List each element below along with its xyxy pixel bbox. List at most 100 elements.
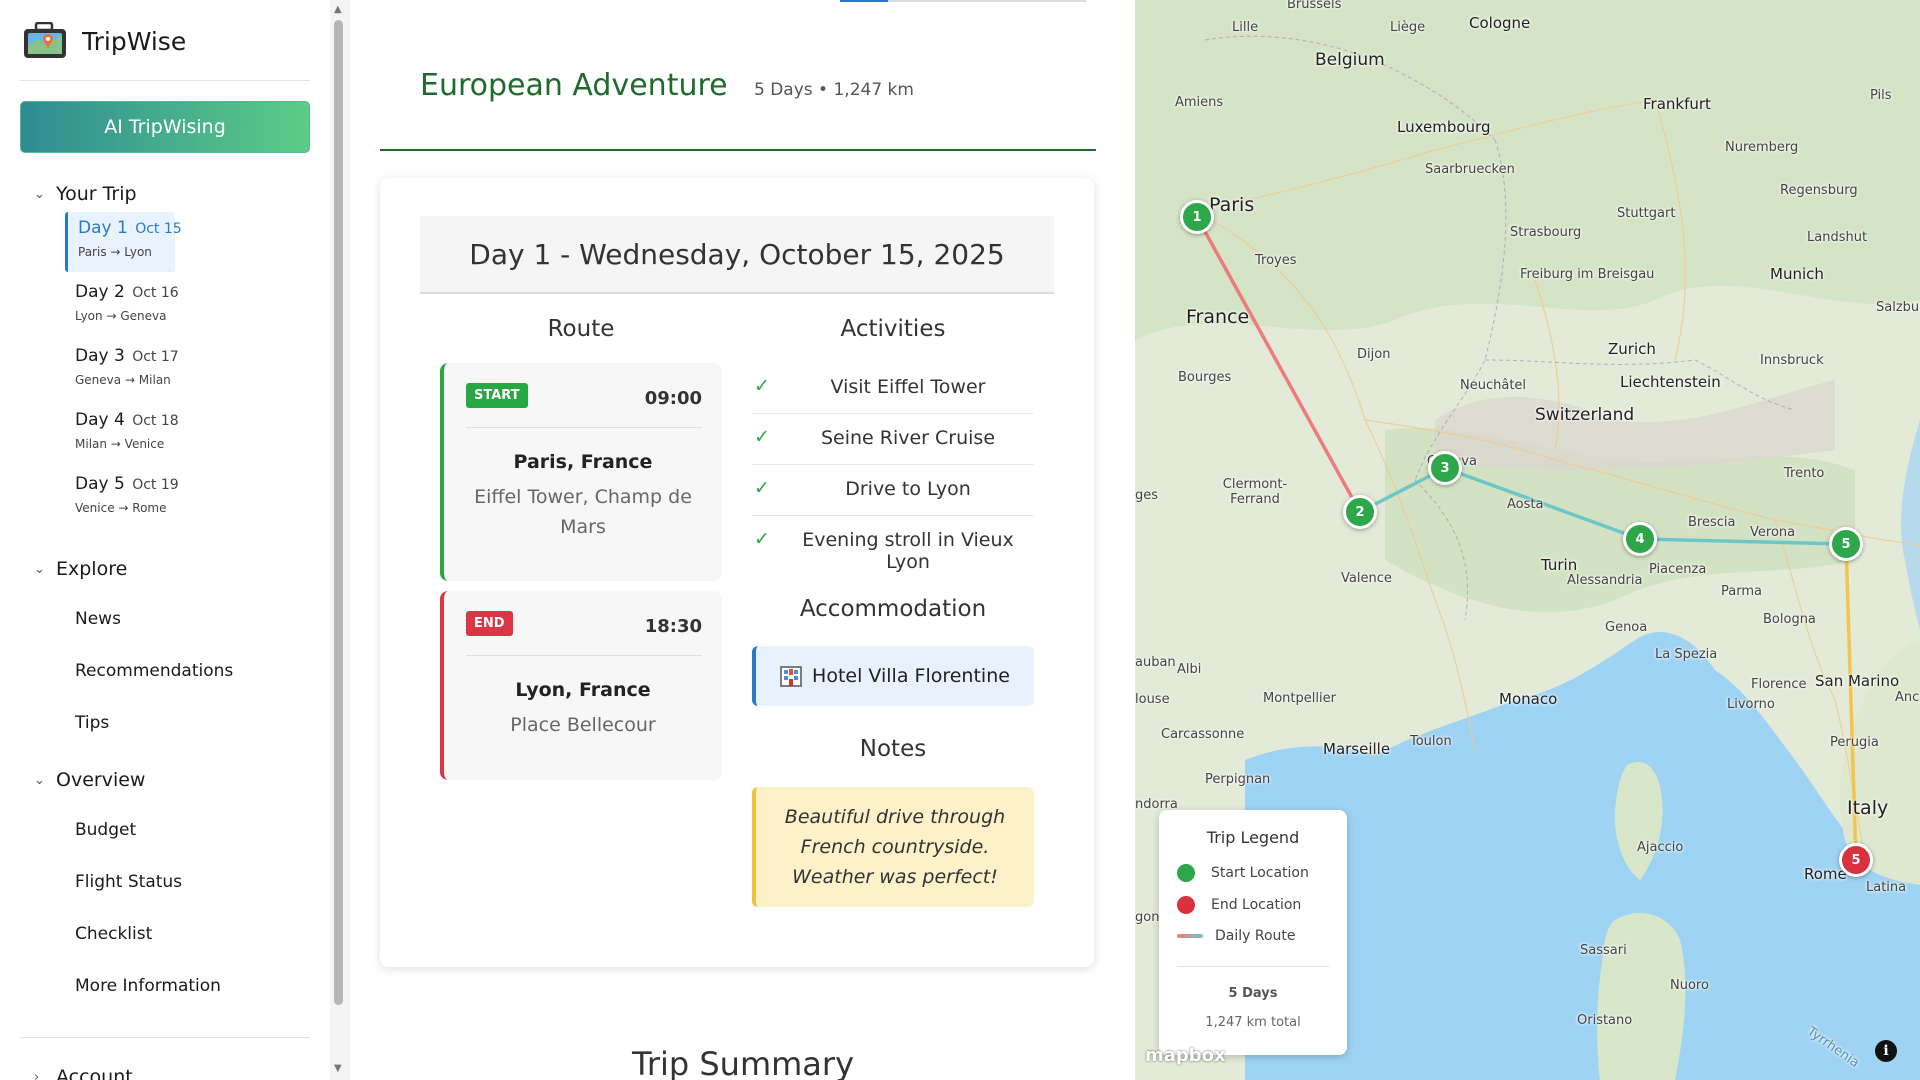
activity-text: Seine River Cruise <box>820 427 996 449</box>
map-marker-day5-start[interactable]: 5 <box>1829 527 1863 561</box>
legend-divider <box>1177 966 1329 967</box>
map-label-zurich: Zurich <box>1608 340 1656 358</box>
map-label-la-spezia: La Spezia <box>1655 647 1718 662</box>
legend-title: Trip Legend <box>1206 828 1300 847</box>
day-date: Oct 17 <box>132 349 179 365</box>
sidebar-item-tips[interactable]: Tips <box>75 713 109 733</box>
sidebar-item-flight-status[interactable]: Flight Status <box>75 872 182 892</box>
sidebar-item-recommendations[interactable]: Recommendations <box>75 661 233 681</box>
sidebar-item-more-information[interactable]: More Information <box>75 976 221 996</box>
route-heading: Route <box>547 316 615 342</box>
map-marker-day4-start[interactable]: 4 <box>1623 522 1657 556</box>
ai-tripwising-button[interactable]: AI TripWising <box>20 101 310 153</box>
map-label-parma: Parma <box>1721 584 1762 599</box>
legend-days: 5 Days <box>1228 986 1278 1001</box>
accommodation-heading: Accommodation <box>799 596 987 622</box>
start-place: Paris, France <box>513 451 653 473</box>
hotel-icon <box>780 666 802 687</box>
map-label-nuoro: Nuoro <box>1670 978 1709 993</box>
map-label-brescia: Brescia <box>1688 515 1736 530</box>
map-label-munich: Munich <box>1770 265 1824 283</box>
end-time: 18:30 <box>644 616 702 637</box>
sidebar-scroll-thumb[interactable] <box>334 20 343 1005</box>
day-date: Oct 19 <box>132 477 179 493</box>
brand[interactable]: TripWise <box>22 22 186 60</box>
map-label-trento: Trento <box>1784 466 1825 481</box>
activity-text: Visit Eiffel Tower <box>830 376 986 398</box>
map-label-aosta: Aosta <box>1507 497 1544 512</box>
sidebar-item-day-5[interactable]: Day 5 Oct 19 Venice → Rome <box>65 468 179 528</box>
sidebar-item-day-4[interactable]: Day 4 Oct 18 Milan → Venice <box>65 404 179 464</box>
map-label-louse: louse <box>1135 692 1170 707</box>
map-label-neuchatel: Neuchâtel <box>1460 378 1527 393</box>
legend-start: Start Location <box>1177 864 1309 882</box>
section-account[interactable]: › Account <box>34 1066 133 1080</box>
legend-end: End Location <box>1177 896 1301 914</box>
map-label-paris: Paris <box>1209 194 1255 216</box>
start-stop-card[interactable]: START 09:00 Paris, France Eiffel Tower, … <box>440 363 722 581</box>
end-badge: END <box>466 611 513 636</box>
accommodation-card[interactable]: Hotel Villa Florentine <box>752 646 1034 706</box>
map-label-perpignan: Perpignan <box>1205 772 1271 787</box>
end-stop-card[interactable]: END 18:30 Lyon, France Place Bellecour <box>440 591 722 780</box>
legend-total: 1,247 km total <box>1205 1015 1301 1030</box>
activity-item: ✓ Visit Eiffel Tower <box>752 363 1034 414</box>
sidebar-divider <box>20 80 310 81</box>
legend-route-label: Daily Route <box>1215 928 1296 944</box>
divider <box>466 427 702 428</box>
map-label-montpellier: Montpellier <box>1263 691 1336 706</box>
sidebar-item-day-3[interactable]: Day 3 Oct 17 Geneva → Milan <box>65 340 179 400</box>
trip-title: European Adventure <box>420 68 728 103</box>
section-label: Overview <box>56 769 146 791</box>
sidebar-item-budget[interactable]: Budget <box>75 820 136 840</box>
section-your-trip[interactable]: ⌄ Your Trip <box>34 183 137 205</box>
map-marker-day1-start[interactable]: 1 <box>1180 200 1214 234</box>
map-label-liechtenstein: Liechtenstein <box>1620 373 1721 391</box>
trip-meta: 5 Days • 1,247 km <box>754 80 914 100</box>
sidebar: TripWise AI TripWising ⌄ Your Trip Day 1… <box>0 0 350 1080</box>
check-icon: ✓ <box>754 426 770 448</box>
map-label-bologna: Bologna <box>1763 612 1816 627</box>
activity-text: Evening stroll in Vieux Lyon <box>802 529 1014 573</box>
accommodation-name: Hotel Villa Florentine <box>812 665 1010 687</box>
map-label-luxembourg: Luxembourg <box>1397 118 1491 136</box>
day-route: Paris → Lyon <box>78 245 152 259</box>
map-label-strasbourg: Strasbourg <box>1510 225 1582 240</box>
sidebar-item-day-2[interactable]: Day 2 Oct 16 Lyon → Geneva <box>65 276 179 336</box>
day-label: Day 3 <box>75 346 125 366</box>
map-label-troyes: Troyes <box>1255 253 1297 268</box>
end-place: Lyon, France <box>515 679 651 701</box>
map-label-san-marino: San Marino <box>1815 672 1900 690</box>
map-legend: Trip Legend Start Location End Location … <box>1159 810 1347 1055</box>
map-label-salzburg: Salzburg <box>1876 300 1920 315</box>
legend-start-label: Start Location <box>1211 865 1309 881</box>
activity-text: Drive to Lyon <box>845 478 971 500</box>
day-date: Oct 18 <box>132 413 179 429</box>
day-label: Day 5 <box>75 474 125 494</box>
day-card: Day 1 - Wednesday, October 15, 2025 Rout… <box>380 178 1094 967</box>
map-marker-day3-start[interactable]: 3 <box>1428 451 1462 485</box>
map-label-carcassonne: Carcassonne <box>1161 727 1245 742</box>
sidebar-item-news[interactable]: News <box>75 609 121 629</box>
map-label-liege: Liège <box>1390 20 1426 35</box>
route-map[interactable]: Brussels Lille Liège Cologne Belgium Fra… <box>1135 0 1920 1080</box>
section-overview[interactable]: ⌄ Overview <box>34 769 145 791</box>
scroll-down-arrow-icon[interactable]: ▼ <box>334 1063 342 1074</box>
section-explore[interactable]: ⌄ Explore <box>34 558 127 580</box>
chevron-right-icon: › <box>34 1069 40 1080</box>
map-label-stuttgart: Stuttgart <box>1617 206 1676 221</box>
map-label-ajaccio: Ajaccio <box>1637 840 1684 855</box>
sidebar-item-day-1[interactable]: Day 1 Oct 15 Paris → Lyon <box>65 212 182 272</box>
map-marker-day2-start[interactable]: 2 <box>1343 495 1377 529</box>
map-label-bourges: Bourges <box>1178 370 1232 385</box>
sidebar-item-checklist[interactable]: Checklist <box>75 924 152 944</box>
activity-item: ✓ Drive to Lyon <box>752 465 1034 516</box>
notes-card: Beautiful drive through French countrysi… <box>752 787 1034 907</box>
scroll-up-arrow-icon[interactable]: ▲ <box>334 4 342 15</box>
notes-heading: Notes <box>859 736 927 762</box>
map-label-ges: ges <box>1135 488 1159 503</box>
app-name: TripWise <box>82 26 187 56</box>
map-marker-day5-end[interactable]: 5 <box>1839 843 1873 877</box>
mapbox-logo[interactable]: mapbox <box>1145 1045 1226 1066</box>
info-icon[interactable]: i <box>1875 1040 1897 1062</box>
